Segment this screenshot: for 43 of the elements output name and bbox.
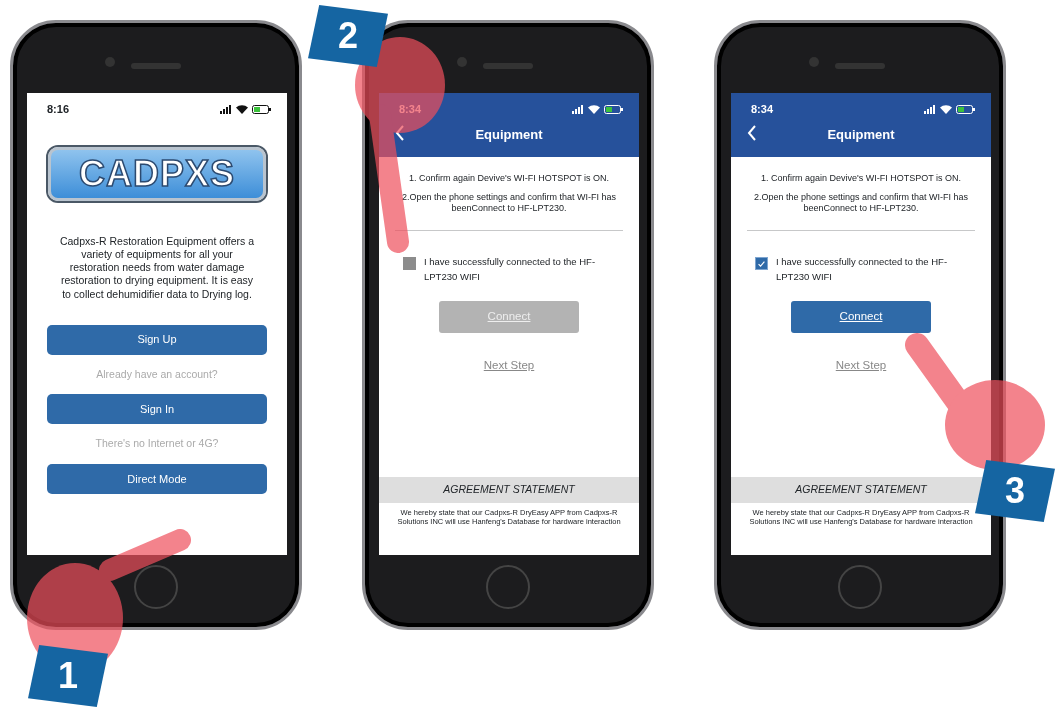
step-number: 2 — [308, 5, 388, 67]
wifi-icon — [236, 104, 248, 114]
checkbox-label: I have successfully connected to the HF-LPT230 WIFI — [776, 255, 949, 284]
hint-text: Already have an account? — [95, 366, 219, 382]
camera-icon — [105, 57, 115, 67]
instruction-text: 1. Confirm again Devive's WI-FI HOTSPOT is ON. — [407, 172, 611, 184]
action-button[interactable]: Sign In — [47, 394, 267, 425]
wifi-icon — [940, 104, 952, 114]
step-number: 1 — [28, 645, 108, 707]
app-logo: CADPXS — [48, 147, 266, 201]
camera-icon — [809, 57, 819, 67]
status-time: 8:16 — [47, 101, 70, 117]
checkbox[interactable] — [403, 257, 416, 271]
screen-title: Equipment — [827, 127, 895, 142]
next-step-link[interactable]: Next Step — [483, 356, 535, 374]
battery-icon — [956, 104, 975, 114]
screen-title: Equipment — [475, 127, 543, 142]
battery-icon — [252, 104, 271, 114]
next-step-link[interactable]: Next Step — [835, 356, 887, 374]
action-button[interactable]: Sign Up — [47, 324, 267, 355]
signal-icon — [572, 104, 584, 114]
app-description: Cadpxs-R Restoration Equipment offers a variety of equipments for all your restoration needs from water damage restoration to drying equipment. It is easy to collect dehumidifier data to Drying log. — [58, 235, 256, 301]
status-time: 8:34 — [751, 101, 774, 117]
signal-icon — [220, 104, 232, 114]
action-button[interactable]: Direct Mode — [47, 464, 267, 495]
checkbox[interactable] — [755, 257, 768, 271]
home-button[interactable] — [838, 565, 882, 609]
home-button[interactable] — [134, 565, 178, 609]
wifi-icon — [588, 104, 600, 114]
status-time: 8:34 — [399, 101, 422, 117]
instruction-text: 2.Open the phone settings and confirm that WI-FI has beenConnect to HF-LPT230. — [752, 191, 970, 215]
instruction-text: 2.Open the phone settings and confirm that WI-FI has beenConnect to HF-LPT230. — [400, 191, 618, 215]
connect-button[interactable]: Connect — [791, 300, 931, 333]
agreement-heading: AGREEMENT STATEMENT — [379, 477, 639, 503]
checkmark-icon — [758, 260, 765, 267]
instruction-text: 1. Confirm again Devive's WI-FI HOTSPOT is ON. — [759, 172, 963, 184]
battery-icon — [604, 104, 623, 114]
checkbox-label: I have successfully connected to the HF-LPT230 WIFI — [424, 255, 597, 284]
hint-text: There's no Internet or 4G? — [94, 436, 220, 452]
back-icon[interactable] — [747, 125, 757, 141]
home-button[interactable] — [486, 565, 530, 609]
signal-icon — [924, 104, 936, 114]
camera-icon — [457, 57, 467, 67]
